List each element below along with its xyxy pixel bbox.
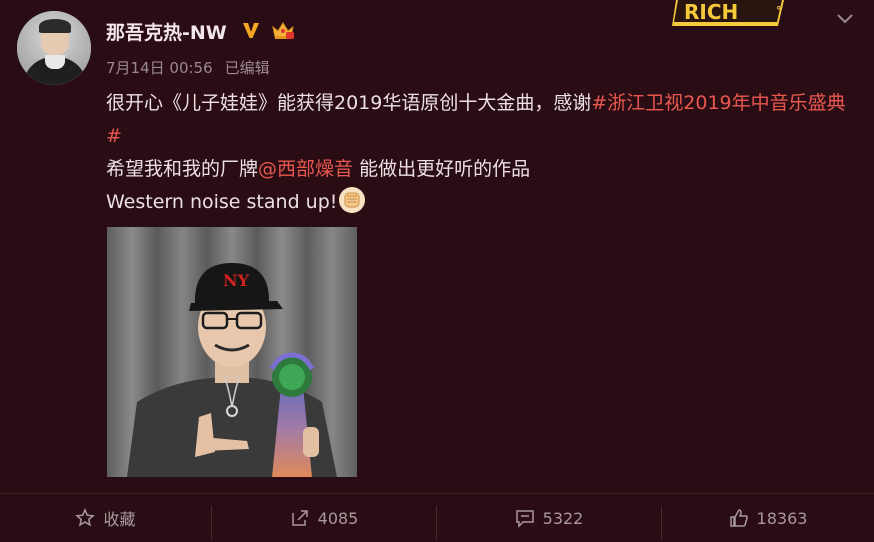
- action-bar: 收藏 4085 5322 18363: [0, 493, 874, 542]
- svg-text:NY: NY: [223, 271, 250, 290]
- avatar[interactable]: [17, 11, 91, 85]
- username[interactable]: 那吾克热-NW: [106, 18, 227, 45]
- crown-icon[interactable]: [270, 19, 296, 41]
- post-line-3-text: Western noise stand up!: [106, 191, 338, 213]
- comment-count: 5322: [542, 508, 584, 528]
- comment-icon: [515, 510, 534, 528]
- like-count: 18363: [756, 508, 808, 528]
- favorite-label: 收藏: [103, 510, 136, 529]
- mention-link[interactable]: @西部燥音: [258, 158, 353, 180]
- raised-fist-icon: [339, 187, 366, 213]
- post-image-illustration: NY: [107, 227, 357, 477]
- post-line-2-suffix: 能做出更好听的作品: [353, 158, 531, 180]
- post-date[interactable]: 7月14日 00:56: [106, 59, 213, 77]
- repost-icon: [291, 510, 308, 526]
- rich-card-text: RICH: [684, 0, 738, 24]
- comment-button[interactable]: 5322: [437, 494, 661, 542]
- repost-button[interactable]: 4085: [212, 494, 436, 542]
- post-line-1-text: 很开心《儿子娃娃》能获得2019华语原创十大金曲，感谢: [106, 92, 592, 114]
- thumbs-up-icon: [729, 509, 748, 527]
- like-button[interactable]: 18363: [662, 494, 874, 542]
- avatar-collar: [45, 55, 65, 69]
- rich-card-decoration: RICH °: [672, 0, 784, 26]
- repost-count: 4085: [317, 508, 359, 528]
- post-line-1: 很开心《儿子娃娃》能获得2019华语原创十大金曲，感谢#浙江卫视2019年中音乐…: [106, 87, 851, 153]
- post-line-2-text: 希望我和我的厂牌: [106, 158, 259, 180]
- post-line-3: Western noise stand up!: [106, 186, 851, 219]
- weibo-post-card: 那吾克热-NW 7月14日 00:56 已编辑 RICH ° 很开心《儿子娃娃》能…: [0, 0, 874, 542]
- post-image[interactable]: NY: [107, 227, 357, 477]
- avatar-hair: [39, 19, 71, 33]
- chevron-down-icon[interactable]: [836, 10, 854, 28]
- star-icon: [75, 508, 96, 527]
- post-content: 很开心《儿子娃娃》能获得2019华语原创十大金曲，感谢#浙江卫视2019年中音乐…: [106, 87, 851, 219]
- favorite-button[interactable]: 收藏: [0, 494, 211, 542]
- post-line-2: 希望我和我的厂牌@西部燥音 能做出更好听的作品: [106, 153, 851, 186]
- edited-label: 已编辑: [224, 59, 270, 77]
- post-meta: 7月14日 00:56 已编辑: [106, 57, 270, 78]
- verified-v-icon[interactable]: [240, 19, 262, 41]
- svg-text:°: °: [776, 4, 782, 17]
